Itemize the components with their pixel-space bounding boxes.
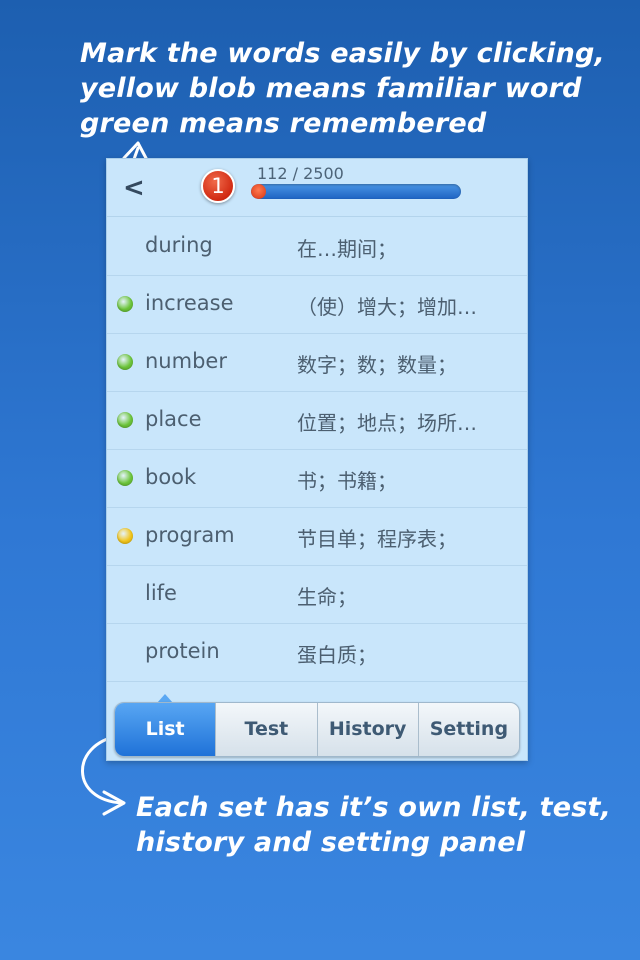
tab-bar: List Test History Setting — [114, 702, 520, 757]
callout-line: green means remembered — [80, 108, 487, 139]
word-meaning: 节目单；程序表； — [297, 527, 457, 551]
word-meaning: （使）增大；增加… — [297, 295, 477, 319]
word-row-life[interactable]: life 生命； — [107, 565, 527, 624]
word-row-book[interactable]: book 书；书籍； — [107, 449, 527, 508]
green-status-dot[interactable] — [117, 296, 133, 312]
word-list-panel: < 1 112 / 2500 during 在…期间； increase （使）增大；… — [106, 158, 528, 761]
set-number-badge: 1 — [201, 169, 235, 203]
callout-marking-tip: Mark the words easily by clicking, yello… — [80, 36, 620, 141]
tab-list[interactable]: List — [115, 703, 217, 756]
word-text: protein — [145, 639, 220, 663]
word-text: place — [145, 407, 202, 431]
word-row-increase[interactable]: increase （使）增大；增加… — [107, 275, 527, 334]
word-meaning: 数字；数；数量； — [297, 353, 457, 377]
word-meaning: 蛋白质； — [297, 643, 377, 667]
header-bar: < 1 112 / 2500 — [107, 159, 527, 217]
tab-history[interactable]: History — [318, 703, 419, 756]
callout-line: Each set has it’s own list, test, — [136, 792, 612, 823]
word-row-number[interactable]: number 数字；数；数量； — [107, 333, 527, 392]
callout-line: Mark the words easily by clicking, — [80, 38, 605, 69]
tab-test[interactable]: Test — [216, 703, 318, 756]
yellow-status-dot[interactable] — [117, 528, 133, 544]
word-row-protein[interactable]: protein 蛋白质； — [107, 623, 527, 682]
callout-line: yellow blob means familiar word — [80, 73, 582, 104]
green-status-dot[interactable] — [117, 354, 133, 370]
back-icon[interactable]: < — [123, 173, 145, 203]
word-meaning: 书；书籍； — [297, 469, 397, 493]
green-status-dot[interactable] — [117, 412, 133, 428]
callout-line: history and setting panel — [136, 827, 526, 858]
progress-text: 112 / 2500 — [257, 164, 344, 183]
green-status-dot[interactable] — [117, 470, 133, 486]
progress-fill — [251, 184, 266, 199]
callout-panels-tip: Each set has it’s own list, test, histor… — [136, 790, 616, 860]
word-text: during — [145, 233, 213, 257]
tab-setting[interactable]: Setting — [419, 703, 519, 756]
progress-bar — [251, 184, 461, 199]
word-text: number — [145, 349, 227, 373]
word-text: life — [145, 581, 177, 605]
word-meaning: 位置；地点；场所… — [297, 411, 477, 435]
word-row-during[interactable]: during 在…期间； — [107, 217, 527, 276]
word-row-program[interactable]: program 节目单；程序表； — [107, 507, 527, 566]
word-text: program — [145, 523, 235, 547]
word-meaning: 生命； — [297, 585, 357, 609]
word-row-place[interactable]: place 位置；地点；场所… — [107, 391, 527, 450]
word-text: increase — [145, 291, 234, 315]
word-text: book — [145, 465, 197, 489]
word-meaning: 在…期间； — [297, 237, 397, 261]
